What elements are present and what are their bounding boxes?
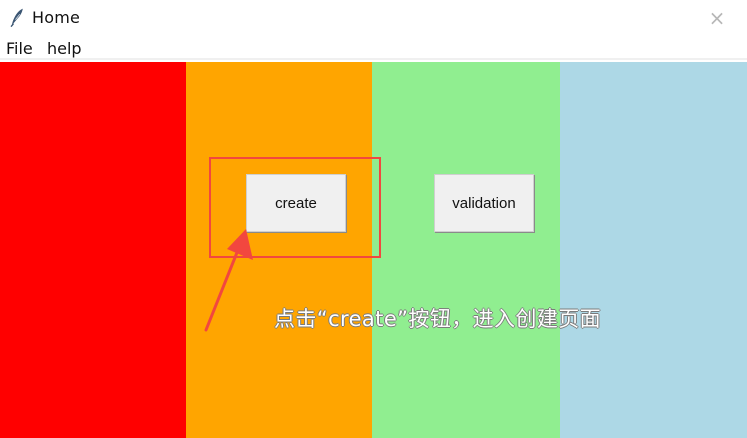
menu-help[interactable]: help bbox=[47, 39, 82, 58]
orange-panel bbox=[186, 62, 372, 438]
application-window: Home × File help create validation 点击“cr… bbox=[0, 0, 747, 438]
validation-button[interactable]: validation bbox=[434, 174, 534, 232]
title-bar: Home × bbox=[0, 0, 747, 34]
blue-panel bbox=[560, 62, 747, 438]
red-panel bbox=[0, 62, 186, 438]
window-title: Home bbox=[32, 8, 81, 27]
menu-file[interactable]: File bbox=[6, 39, 33, 58]
close-icon[interactable]: × bbox=[705, 7, 729, 29]
green-panel bbox=[372, 62, 560, 438]
menu-bar: File help bbox=[0, 34, 747, 60]
create-button[interactable]: create bbox=[246, 174, 346, 232]
feather-icon bbox=[9, 7, 27, 27]
main-content-area: create validation 点击“create”按钮，进入创建页面 bbox=[0, 62, 747, 438]
